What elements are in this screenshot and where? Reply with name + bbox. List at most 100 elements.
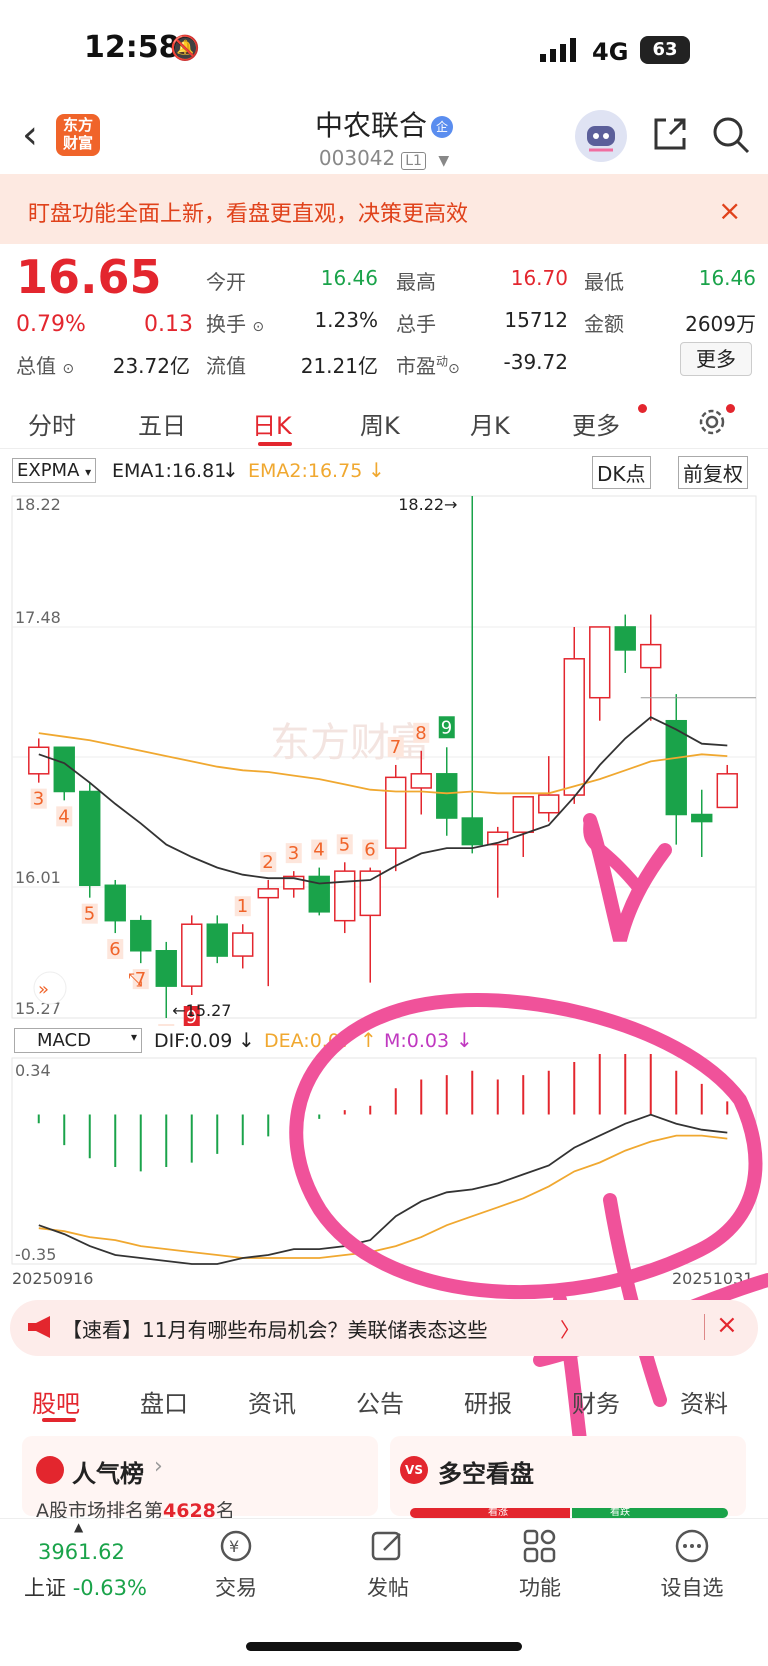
tab-research[interactable]: 研报 xyxy=(464,1384,512,1419)
candle-body xyxy=(589,626,611,699)
settings-notification-dot xyxy=(726,404,735,413)
level-badge: L1 xyxy=(401,152,426,170)
td-marker: 7 xyxy=(390,737,401,758)
silent-bell-icon: 🔕 xyxy=(170,34,200,62)
change-percent: 0.79% xyxy=(16,312,86,337)
amount-label: 金额 xyxy=(584,312,624,336)
network-label: 4G xyxy=(592,38,629,66)
status-time: 12:58 xyxy=(84,30,180,65)
max-price-label: 18.22→ xyxy=(398,495,457,514)
main-indicator-label: EXPMA xyxy=(17,460,80,481)
turnover-label-text: 换手 xyxy=(206,312,246,336)
index-value[interactable]: 3961.62 xyxy=(38,1540,125,1564)
news-close-icon[interactable]: × xyxy=(716,1310,738,1340)
popularity-title: 人气榜 xyxy=(72,1460,144,1488)
tab-profile[interactable]: 资料 xyxy=(680,1384,728,1419)
mcap-label-text: 总值 xyxy=(16,354,56,378)
dk-point-label: DK点 xyxy=(597,462,646,486)
notification-dot xyxy=(638,404,647,413)
tab-order-book[interactable]: 盘口 xyxy=(140,1384,188,1419)
open-value: 16.46 xyxy=(320,266,378,290)
pe-value: -39.72 xyxy=(503,350,568,374)
forum-tab-underline xyxy=(42,1418,76,1422)
current-price: 16.65 xyxy=(16,250,162,304)
signal-icon xyxy=(540,38,580,66)
ema1-down-arrow-icon: ↓ xyxy=(222,458,239,482)
turnover-value: 1.23% xyxy=(314,308,378,332)
price-axis-label: 18.22 xyxy=(15,495,61,514)
tab-daily-k[interactable]: 日K xyxy=(252,406,292,441)
pe-label-text: 市盈 xyxy=(396,354,436,378)
volume-label: 总手 xyxy=(396,312,436,336)
grid-apps-icon[interactable] xyxy=(522,1528,558,1568)
nav-functions[interactable]: 功能 xyxy=(495,1572,585,1602)
tab-monthly-k[interactable]: 月K xyxy=(470,406,510,441)
robot-avatar[interactable] xyxy=(575,110,627,162)
info-icon: ⊙ xyxy=(62,361,75,377)
battery-level: 63 xyxy=(652,39,678,60)
index-up-caret-icon: ▲ xyxy=(74,1520,84,1534)
search-icon[interactable] xyxy=(710,114,752,160)
more-dots-icon[interactable] xyxy=(674,1528,710,1568)
banner-text: 盯盘功能全面上新，看盘更直观，决策更高效 xyxy=(28,202,469,227)
nav-add-watchlist[interactable]: 设自选 xyxy=(647,1572,737,1602)
tab-announcements[interactable]: 公告 xyxy=(356,1384,404,1419)
tab-news[interactable]: 资讯 xyxy=(248,1384,296,1419)
settings-gear-icon[interactable] xyxy=(696,406,728,442)
home-indicator xyxy=(246,1642,522,1651)
candle-body xyxy=(640,643,662,669)
tabs-divider xyxy=(0,448,768,449)
chevron-right-icon: › xyxy=(154,1454,163,1479)
banner-close-icon[interactable]: × xyxy=(718,194,741,227)
pe-label[interactable]: 市盈动⊙ xyxy=(396,350,460,379)
nav-post[interactable]: 发帖 xyxy=(343,1572,433,1602)
adjust-price-button[interactable]: 前复权 xyxy=(678,456,748,489)
volume-value: 15712 xyxy=(504,308,568,332)
turnover-label[interactable]: 换手 ⊙ xyxy=(206,308,264,337)
tab-finance[interactable]: 财务 xyxy=(572,1384,620,1419)
td-nine-marker: 9 xyxy=(441,717,452,738)
battery-icon: 63 xyxy=(640,36,690,64)
watermark: 东方财富 xyxy=(270,720,430,766)
sentiment-title: 多空看盘 xyxy=(438,1460,534,1488)
tab-weekly-k[interactable]: 周K xyxy=(360,406,400,441)
main-indicator-select[interactable]: EXPMA ▾ xyxy=(12,458,97,483)
active-tab-underline xyxy=(258,442,292,446)
chart-bar-icon xyxy=(36,1456,64,1484)
tab-forum[interactable]: 股吧 xyxy=(32,1384,80,1419)
high-label: 最高 xyxy=(396,270,436,294)
index-row[interactable]: 上证 -0.63% xyxy=(24,1572,147,1602)
info-icon: ⊙ xyxy=(252,319,265,335)
float-label: 流值 xyxy=(206,354,246,378)
tab-intraday[interactable]: 分时 xyxy=(28,406,76,441)
pe-sup: 动 xyxy=(436,354,449,369)
stock-name: 中农联合 xyxy=(314,109,427,142)
stock-code: 003042 xyxy=(318,146,396,170)
dropdown-caret-icon: ▾ xyxy=(85,465,92,479)
bear-bar[interactable] xyxy=(572,1508,728,1518)
dk-point-button[interactable]: DK点 xyxy=(592,456,651,489)
mcap-value: 23.72亿 xyxy=(112,354,190,378)
high-value: 16.70 xyxy=(510,266,568,290)
candle-body xyxy=(28,746,50,775)
tab-more-periods[interactable]: 更多 xyxy=(572,406,620,441)
news-headline[interactable]: 【速看】11月有哪些布局机会？美联储表态这些 xyxy=(62,1314,487,1343)
compose-icon[interactable] xyxy=(370,1528,406,1568)
share-icon[interactable] xyxy=(650,114,690,158)
candle-body xyxy=(614,626,636,651)
info-icon: ⊙ xyxy=(448,361,460,377)
more-quote-button[interactable]: 更多 xyxy=(680,342,752,376)
td-marker: 8 xyxy=(415,723,426,744)
trade-icon[interactable]: ¥ xyxy=(216,1528,256,1568)
tab-five-day[interactable]: 五日 xyxy=(138,406,186,441)
low-label: 最低 xyxy=(584,270,624,294)
nav-trade[interactable]: 交易 xyxy=(191,1572,281,1602)
amount-value: 2609万 xyxy=(685,312,756,336)
megaphone-icon xyxy=(26,1314,56,1344)
svg-text:¥: ¥ xyxy=(229,1537,239,1556)
news-arrow-icon: 〉 xyxy=(560,1318,580,1342)
adjust-price-label: 前复权 xyxy=(683,462,743,486)
change-amount: 0.13 xyxy=(144,312,193,337)
price-axis-label: 17.48 xyxy=(15,608,61,627)
mcap-label[interactable]: 总值 ⊙ xyxy=(16,350,74,379)
